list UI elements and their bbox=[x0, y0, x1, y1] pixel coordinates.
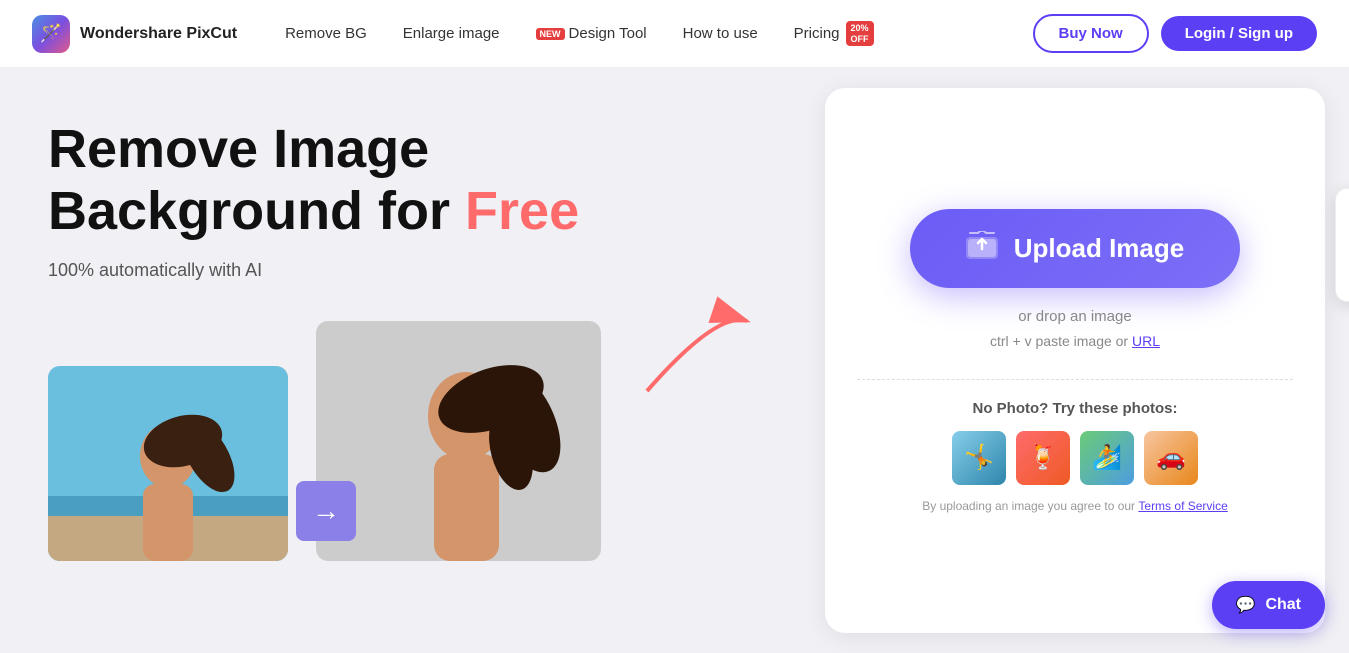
logo-area[interactable]: 🪄 Wondershare PixCut bbox=[32, 15, 237, 53]
app-logo-icon: 🪄 bbox=[32, 15, 70, 53]
tos-text: By uploading an image you agree to our T… bbox=[922, 499, 1228, 513]
demo-processed-image bbox=[316, 321, 601, 561]
pricing-off-badge: 20%OFF bbox=[846, 21, 874, 47]
upload-panel: Upload Image or drop an image ctrl + v p… bbox=[825, 88, 1325, 633]
sample-photo-4[interactable]: 🚗 bbox=[1144, 431, 1198, 485]
original-photo-svg bbox=[48, 366, 288, 561]
paste-text: ctrl + v paste image or URL bbox=[990, 333, 1160, 349]
nav-enlarge-image[interactable]: Enlarge image bbox=[403, 25, 500, 42]
nav-design-tool[interactable]: NEWDesign Tool bbox=[536, 25, 647, 42]
hero-section: Remove Image Background for Free 100% au… bbox=[0, 68, 825, 653]
divider bbox=[857, 379, 1293, 380]
nav-remove-bg[interactable]: Remove BG bbox=[285, 25, 367, 42]
drop-text: or drop an image bbox=[1018, 308, 1131, 325]
demo-arrow-icon: → bbox=[296, 481, 356, 541]
chat-label: Chat bbox=[1265, 596, 1301, 614]
hero-title: Remove Image Background for Free bbox=[48, 118, 777, 242]
curve-arrow-indicator bbox=[637, 291, 757, 416]
chat-button[interactable]: 💬 Chat bbox=[1212, 581, 1325, 629]
upload-image-button[interactable]: Upload Image bbox=[910, 209, 1240, 288]
nav-pricing[interactable]: Pricing 20%OFF bbox=[794, 21, 874, 47]
header-cta-area: Buy Now Login / Sign up bbox=[1033, 14, 1317, 53]
header: 🪄 Wondershare PixCut Remove BG Enlarge i… bbox=[0, 0, 1349, 68]
app-name: Wondershare PixCut bbox=[80, 25, 237, 43]
upload-icon bbox=[966, 231, 998, 266]
try-photos-label: No Photo? Try these photos: bbox=[973, 400, 1178, 417]
new-badge: NEW bbox=[536, 28, 565, 40]
demo-images: → bbox=[48, 321, 777, 561]
sample-photo-3[interactable]: 🏄 bbox=[1080, 431, 1134, 485]
login-signup-button[interactable]: Login / Sign up bbox=[1161, 16, 1317, 51]
bookmark-tooltip: Press Ctrl + D to add bookmark ⬆ Share t… bbox=[1335, 188, 1349, 302]
main-content: Remove Image Background for Free 100% au… bbox=[0, 68, 1349, 653]
sample-photo-2[interactable]: 🍹 bbox=[1016, 431, 1070, 485]
url-link[interactable]: URL bbox=[1132, 333, 1160, 349]
upload-button-label: Upload Image bbox=[1014, 233, 1184, 264]
sample-photo-1[interactable]: 🤸 bbox=[952, 431, 1006, 485]
demo-original-image bbox=[48, 366, 288, 561]
processed-photo-svg bbox=[316, 321, 601, 561]
chat-icon: 💬 bbox=[1236, 595, 1256, 615]
arrow-svg bbox=[637, 291, 757, 411]
buy-now-button[interactable]: Buy Now bbox=[1033, 14, 1149, 53]
main-nav: Remove BG Enlarge image NEWDesign Tool H… bbox=[285, 21, 1032, 47]
tos-link[interactable]: Terms of Service bbox=[1138, 499, 1227, 513]
hero-subtitle: 100% automatically with AI bbox=[48, 260, 777, 281]
nav-how-to-use[interactable]: How to use bbox=[683, 25, 758, 42]
sample-photos: 🤸 🍹 🏄 🚗 bbox=[952, 431, 1198, 485]
